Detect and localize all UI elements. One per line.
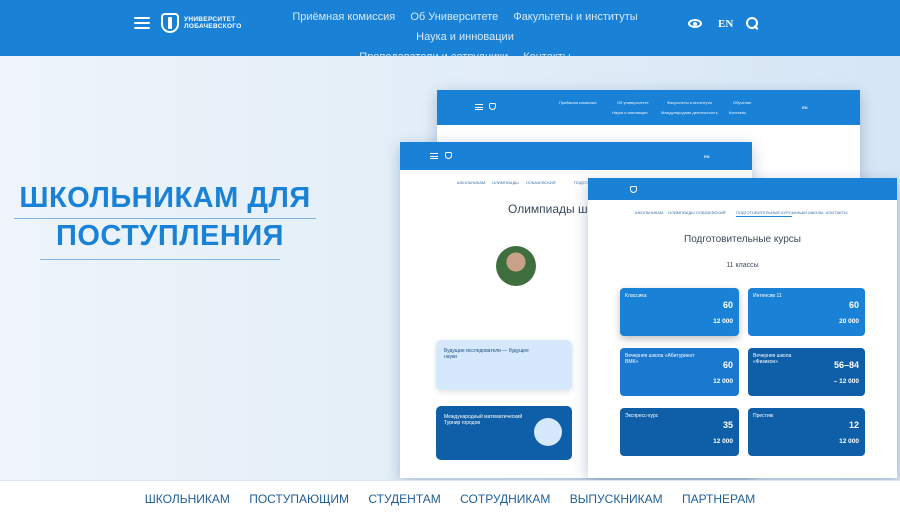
course-name: Вечерняя школа «Физикон» [753,353,792,365]
hero-title-line2: ПОСТУПЛЕНИЯ [55,220,285,252]
university-logo[interactable]: УНИВЕРСИТЕТ ЛОБАЧЕВСКОГО [161,13,242,33]
logo-line1: УНИВЕРСИТЕТ [184,15,236,23]
course-hours: 60 [722,300,733,310]
hero-divider-top [14,218,316,219]
course-hours: 60 [722,360,733,370]
logo-mark-icon [630,186,637,193]
course-price: 12 000 [713,378,733,385]
card-title: Будущие исследователи — будущее науки [444,348,529,360]
audience-students[interactable]: СТУДЕНТАМ [368,492,440,506]
audience-graduates[interactable]: ВЫПУСКНИКАМ [570,492,663,506]
course-name: Вечерняя школа «Абитуриент ВМК» [625,353,695,365]
course-hours: 60 [848,300,859,310]
course-price: 12 000 [713,438,733,445]
menu-icon [475,104,483,110]
audience-nav-list: ШКОЛЬНИКАМ ПОСТУПАЮЩИМ СТУДЕНТАМ СОТРУДН… [0,492,900,506]
active-tab-underline [736,216,792,217]
audience-nav: ШКОЛЬНИКАМ ПОСТУПАЮЩИМ СТУДЕНТАМ СОТРУДН… [0,480,900,513]
card-tournament: Международный математический Турнир горо… [436,406,572,460]
course-hours: 35 [722,420,733,430]
header-tools: EN [688,17,759,30]
card-title: Международный математический Турнир горо… [444,414,523,426]
nav-link: Международная деятельность [661,110,718,115]
course-name: Интенсив 11 [753,293,782,299]
course-card[interactable]: Вечерняя школа «Физикон» 56–84 – 12 000 [748,348,865,396]
avatar [496,246,536,286]
course-name: Престиж [753,413,774,419]
site-header: УНИВЕРСИТЕТ ЛОБАЧЕВСКОГО Приёмная комисс… [0,0,900,63]
subnav-link: ОЛИМПИАДЫ [668,210,695,215]
language-switch: EN [704,154,710,159]
course-price: – 12 000 [833,378,859,385]
screenshot-back-header: Приёмная комиссия Об университете Факуль… [437,90,860,125]
course-card[interactable]: Экспресс-курс 35 12 000 [620,408,739,456]
nav-link: Обучение [733,100,752,105]
subnav-link: ШКОЛЬНИКАМ [635,210,664,215]
nav-about[interactable]: Об Университете [410,11,498,23]
logo-mark-icon [445,152,452,159]
course-hours: 12 [848,420,859,430]
hero-title-line1: ШКОЛЬНИКАМ ДЛЯ [19,182,311,214]
course-card[interactable]: Классика 60 12 000 [620,288,739,336]
nav-link: Контакты [729,110,747,115]
nav-link: Факультеты и институты [667,100,713,105]
course-card[interactable]: Престиж 12 12 000 [748,408,865,456]
subnav-link: КОНТАКТЫ [826,210,848,215]
subnav-link: ПОДГОТОВИТЕЛЬНЫЕ КУРСЫ [736,210,796,215]
course-card[interactable]: Вечерняя школа «Абитуриент ВМК» 60 12 00… [620,348,739,396]
section-subheading: 11 классы [726,262,759,269]
screenshot-front-header [588,178,897,200]
audience-schoolchildren[interactable]: ШКОЛЬНИКАМ [145,492,230,506]
eye-icon[interactable] [688,19,702,28]
nav-faculties[interactable]: Факультеты и институты [513,11,637,23]
search-icon[interactable] [746,17,759,30]
hero-title: ШКОЛЬНИКАМ ДЛЯ ПОСТУПЛЕНИЯ [0,179,330,255]
subnav-link: НАШИ ШКОЛЫ [795,210,824,215]
logo-mark-icon [489,103,496,110]
section-heading: Олимпиады шк [508,202,593,216]
course-price: 20 000 [839,318,859,325]
subnav-link: ОЛИМПИАДЫ [492,180,519,185]
course-name: Классика [625,293,647,299]
card-highlight: Будущие исследователи — будущее науки [436,340,572,390]
nav-link: Об университете [617,100,649,105]
nav-science[interactable]: Наука и инновации [416,31,514,43]
language-switch[interactable]: EN [718,18,733,30]
menu-icon [430,153,438,159]
nav-link: Приёмная комиссия [559,100,597,105]
course-name: Экспресс-курс [625,413,659,419]
audience-partners[interactable]: ПАРТНЕРАМ [682,492,755,506]
screenshot-front: ШКОЛЬНИКАМ ОЛИМПИАДЫ ЛОБАЧЕВСКИЙ ПОДГОТО… [588,178,897,478]
course-price: 12 000 [713,318,733,325]
screenshot-middle-header: EN [400,142,752,170]
subnav-link: ШКОЛЬНИКАМ [457,180,486,185]
subnav-link: ЛОБАЧЕВСКИЙ [526,180,556,185]
audience-applicants[interactable]: ПОСТУПАЮЩИМ [249,492,349,506]
course-hours: 56–84 [833,360,859,370]
course-price: 12 000 [839,438,859,445]
course-card[interactable]: Интенсив 11 60 20 000 [748,288,865,336]
logo-text: УНИВЕРСИТЕТ ЛОБАЧЕВСКОГО [184,16,242,31]
logo-mark-icon [161,13,179,33]
hero-banner: ШКОЛЬНИКАМ ДЛЯ ПОСТУПЛЕНИЯ Приёмная коми… [0,56,900,480]
nav-admission[interactable]: Приёмная комиссия [292,11,395,23]
logo-line2: ЛОБАЧЕВСКОГО [184,23,242,30]
globe-icon [534,418,562,446]
nav-link: Наука и инновации [612,110,648,115]
language-switch: EN [802,105,808,110]
hero-divider-bottom [40,259,280,260]
section-heading: Подготовительные курсы [684,234,801,245]
menu-icon[interactable] [134,17,150,29]
subnav-link: ЛОБАЧЕВСКИЙ [696,210,726,215]
audience-employees[interactable]: СОТРУДНИКАМ [460,492,550,506]
